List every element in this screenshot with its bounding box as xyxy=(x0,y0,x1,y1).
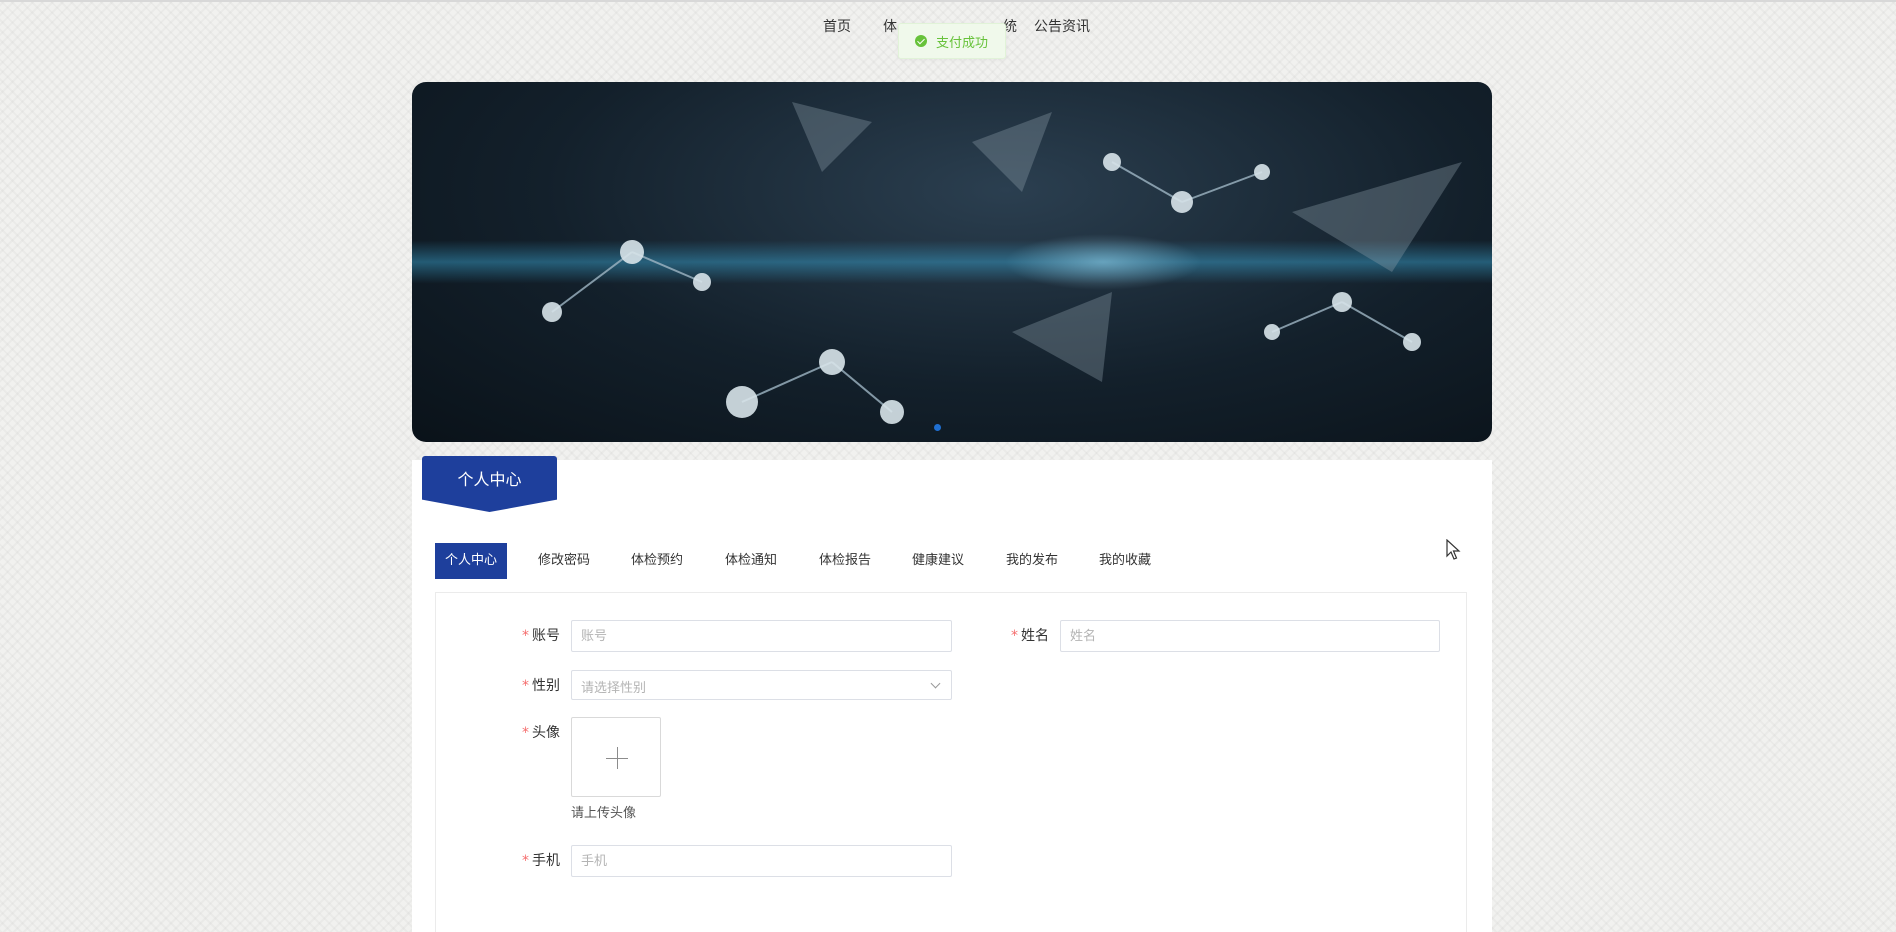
polygon-shards xyxy=(792,102,1462,382)
nav-home[interactable]: 首页 xyxy=(823,16,851,36)
name-input[interactable] xyxy=(1060,620,1440,652)
banner-carousel[interactable] xyxy=(412,82,1492,442)
carousel-dot-active[interactable] xyxy=(934,424,941,431)
nav-news[interactable]: 公告资讯 xyxy=(1034,16,1090,36)
plus-icon-vertical xyxy=(617,747,618,769)
required-mark: * xyxy=(522,853,529,869)
avatar-label: * 头像 xyxy=(522,725,560,741)
required-mark: * xyxy=(522,678,529,694)
required-mark: * xyxy=(522,628,529,644)
tab-personal-center[interactable]: 个人中心 xyxy=(435,543,508,579)
toast-message: 支付成功 xyxy=(936,35,989,51)
tab-change-password[interactable]: 修改密码 xyxy=(538,543,590,579)
section-title: 个人中心 xyxy=(457,470,522,489)
top-border xyxy=(0,0,1896,2)
phone-input[interactable] xyxy=(571,845,952,877)
nav-item-partial-left[interactable]: 体 xyxy=(883,16,897,36)
tab-health-advice[interactable]: 健康建议 xyxy=(912,543,964,579)
tab-my-favorites[interactable]: 我的收藏 xyxy=(1099,543,1151,579)
chevron-down-icon xyxy=(930,678,941,689)
account-input[interactable] xyxy=(571,620,952,652)
account-label: * 账号 xyxy=(522,628,560,644)
section-ribbon: 个人中心 xyxy=(422,456,557,512)
tab-exam-notice[interactable]: 体检通知 xyxy=(725,543,777,579)
gender-select[interactable]: 请选择性别 xyxy=(571,670,952,700)
avatar-uploader[interactable] xyxy=(571,717,661,797)
molecule-decoration xyxy=(551,161,1413,413)
molecule-atoms xyxy=(542,153,1421,424)
required-mark: * xyxy=(522,725,529,741)
mouse-cursor-icon xyxy=(1446,539,1461,560)
name-label: * 姓名 xyxy=(1011,628,1049,644)
required-mark: * xyxy=(1011,628,1018,644)
avatar-upload-tip: 请上传头像 xyxy=(571,806,637,821)
gender-placeholder: 请选择性别 xyxy=(581,681,647,696)
banner-image xyxy=(542,102,1462,424)
phone-label: * 手机 xyxy=(522,853,560,869)
check-circle-icon xyxy=(915,35,927,47)
tab-my-posts[interactable]: 我的发布 xyxy=(1006,543,1058,579)
tab-exam-booking[interactable]: 体检预约 xyxy=(631,543,683,579)
tab-exam-report[interactable]: 体检报告 xyxy=(819,543,871,579)
gender-label: * 性别 xyxy=(522,678,560,694)
success-toast: 支付成功 xyxy=(898,23,1006,59)
